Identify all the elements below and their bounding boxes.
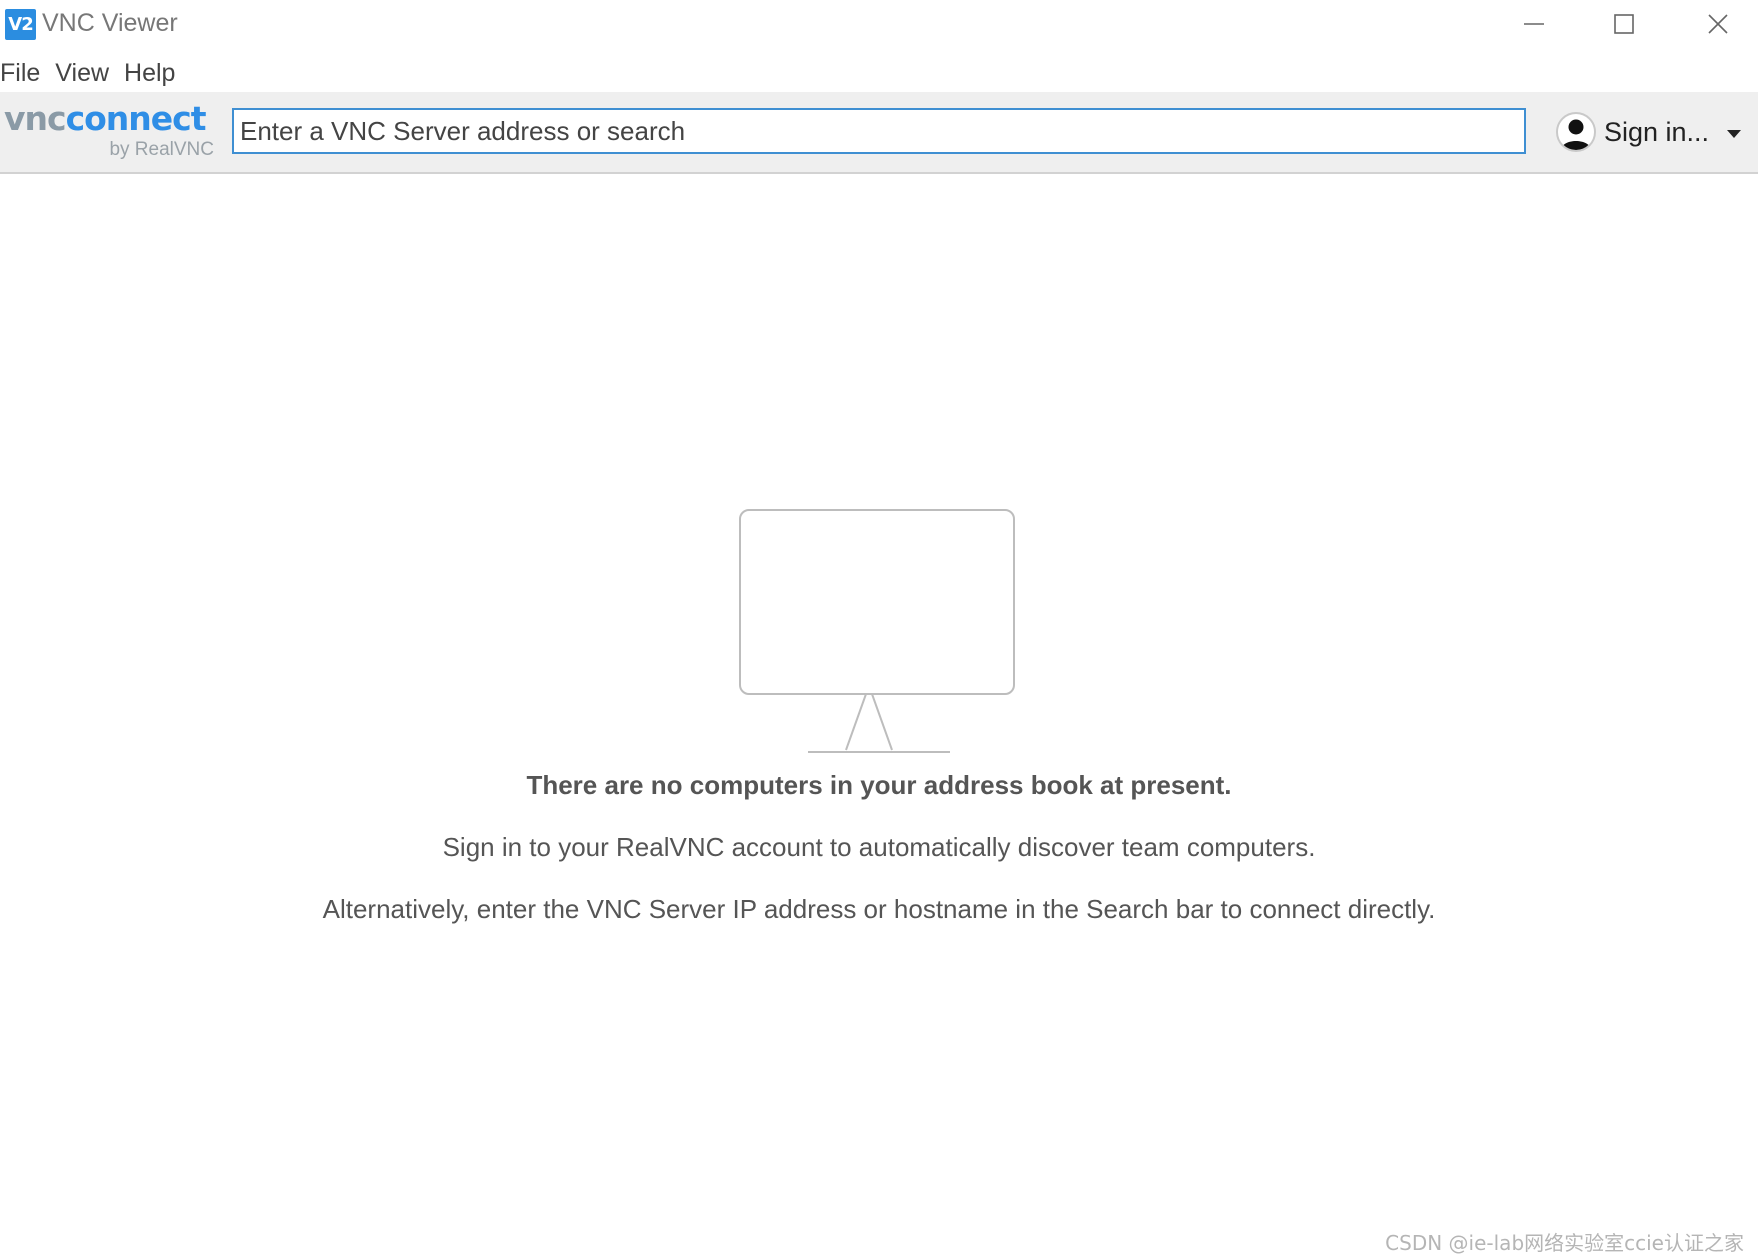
minimize-icon <box>1524 23 1544 25</box>
search-input[interactable] <box>232 108 1526 154</box>
monitor-icon <box>739 509 1015 753</box>
minimize-button[interactable] <box>1488 0 1580 48</box>
close-button[interactable] <box>1672 0 1758 48</box>
chevron-down-icon <box>1727 130 1741 138</box>
maximize-button[interactable] <box>1578 0 1670 48</box>
title-bar: V2 VNC Viewer <box>0 0 1758 48</box>
watermark: CSDN @ie-lab网络实验室ccie认证之家 <box>1385 1231 1744 1255</box>
empty-state-title: There are no computers in your address b… <box>526 770 1232 800</box>
menu-help[interactable]: Help <box>124 59 175 88</box>
empty-state-search-hint: Alternatively, enter the VNC Server IP a… <box>322 894 1436 924</box>
logo-vnc-text: vnc <box>4 99 67 138</box>
sign-in-dropdown[interactable] <box>1722 122 1746 146</box>
logo-wordmark: vncconnect <box>4 99 207 138</box>
vnc-connect-logo: vncconnect by RealVNC <box>4 99 216 165</box>
empty-state-signin-hint: Sign in to your RealVNC account to autom… <box>442 832 1316 862</box>
logo-connect-text: connect <box>65 99 207 138</box>
menu-file[interactable]: File <box>0 59 40 88</box>
sign-in-label: Sign in... <box>1604 116 1710 147</box>
menu-bar: File View Help <box>0 54 190 92</box>
close-icon <box>1708 14 1728 34</box>
window-title: VNC Viewer <box>42 9 178 37</box>
toolbar: vncconnect by RealVNC Sign in... <box>0 92 1758 174</box>
menu-view[interactable]: View <box>55 59 109 88</box>
user-avatar-icon <box>1556 112 1596 152</box>
logo-byline: by RealVNC <box>109 139 214 160</box>
sign-in-button[interactable]: Sign in... <box>1556 110 1709 154</box>
maximize-icon <box>1614 14 1634 34</box>
vnc-viewer-app-icon: V2 <box>5 9 36 40</box>
